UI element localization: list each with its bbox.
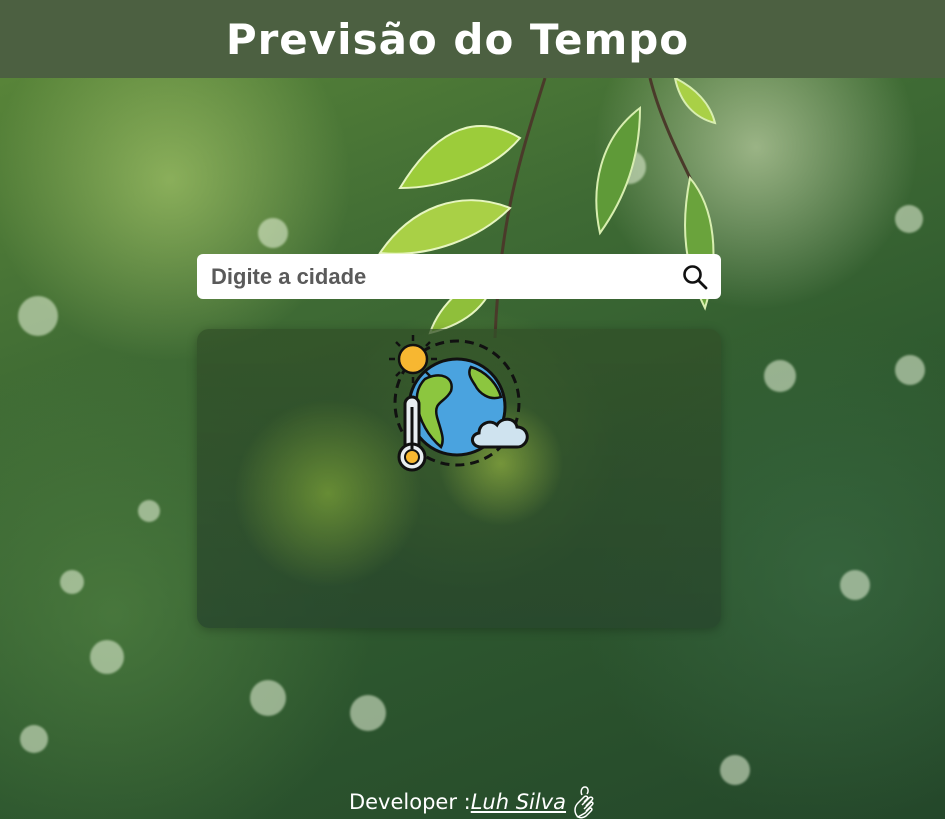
- search-button[interactable]: [669, 254, 721, 299]
- developer-link[interactable]: Luh Silva: [471, 790, 566, 814]
- app-header: Previsão do Tempo: [0, 0, 945, 78]
- search-icon: [683, 264, 708, 289]
- background-bokeh: [840, 570, 870, 600]
- weather-globe-icon: [389, 335, 529, 472]
- footer: Developer : Luh Silva: [0, 784, 945, 819]
- background-bokeh: [895, 205, 923, 233]
- background-bokeh: [18, 296, 58, 336]
- background-bokeh: [250, 680, 286, 716]
- developer-label: Developer :: [348, 789, 471, 814]
- weather-card: [197, 329, 721, 628]
- background-bokeh: [895, 355, 925, 385]
- page-title: Previsão do Tempo: [225, 14, 690, 64]
- background-bokeh: [258, 218, 288, 248]
- background-bokeh: [764, 360, 796, 392]
- background-bokeh: [720, 755, 750, 785]
- background-bokeh: [350, 695, 386, 731]
- hands-icon: [574, 785, 594, 818]
- background-bokeh: [20, 725, 48, 753]
- background-bokeh: [60, 570, 84, 594]
- city-search-input[interactable]: [197, 263, 669, 290]
- background-bokeh: [138, 500, 160, 522]
- search-bar: [197, 254, 721, 299]
- leaves-decoration: [378, 78, 717, 338]
- background-bokeh: [90, 640, 124, 674]
